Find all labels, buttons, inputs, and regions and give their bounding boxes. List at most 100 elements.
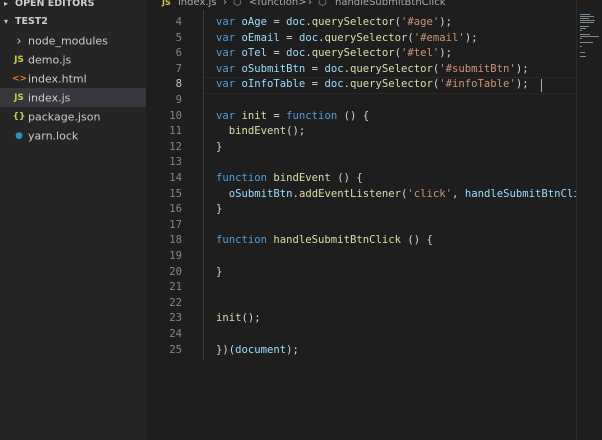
minimap-line: [580, 56, 586, 57]
code-line[interactable]: }: [216, 141, 222, 153]
code-token: () {: [330, 172, 363, 184]
code-token: () {: [337, 109, 370, 122]
breadcrumb-scope-function[interactable]: <function>: [249, 0, 307, 9]
indent-guide: [203, 10, 204, 360]
code-token: init: [241, 109, 268, 122]
code-line[interactable]: function handleSubmitBtnClick () {: [216, 234, 433, 246]
code-token: querySelector: [311, 47, 395, 60]
code-token: doc: [324, 78, 344, 91]
code-token: =: [305, 62, 325, 75]
code-token: );: [515, 78, 529, 91]
minimap-line: [580, 20, 595, 21]
code-token: })(: [216, 343, 236, 356]
sidebar-item-yarn-lock[interactable]: ● yarn.lock: [0, 126, 146, 145]
code-line[interactable]: function bindEvent () {: [216, 172, 363, 184]
line-number: 13: [169, 156, 182, 169]
sidebar-item-index-js[interactable]: JS index.js: [0, 88, 146, 107]
json-file-icon: {}: [12, 111, 26, 122]
code-token: var: [216, 62, 242, 75]
line-number: 6: [175, 47, 182, 60]
javascript-file-icon: JS: [162, 0, 171, 7]
code-editor[interactable]: 4 5 6 7 8 9 10 11 12 13 14 15 16 17 18 19 20 21 22 23 24 25 v…: [146, 10, 576, 440]
code-line[interactable]: }: [216, 203, 222, 215]
line-number: 12: [169, 140, 182, 153]
sidebar-item-label: demo.js: [28, 53, 72, 67]
chevron-right-icon: ›: [308, 0, 312, 8]
minimap-line: [580, 26, 589, 27]
code-line[interactable]: init();: [216, 312, 261, 324]
minimap-line: [580, 36, 599, 37]
code-token: }: [216, 140, 223, 153]
code-token: doc: [324, 62, 344, 75]
code-line[interactable]: var oInfoTable = doc.querySelector('#inf…: [216, 78, 529, 90]
sidebar-item-label: yarn.lock: [28, 129, 79, 143]
minimap-line: [580, 18, 589, 19]
code-token: =: [305, 78, 325, 91]
minimap-line: [580, 42, 593, 43]
code-line[interactable]: oSubmitBtn.addEventListener('click', han…: [216, 188, 576, 200]
breadcrumb-file[interactable]: index.js: [178, 0, 217, 9]
explorer-sidebar: ▸ OPEN EDITORS ▾ TEST2 › node_modules JS demo…: [0, 0, 146, 440]
code-line[interactable]: bindEvent();: [216, 125, 306, 138]
line-number: 16: [169, 203, 182, 216]
code-token: bindEvent: [228, 125, 287, 138]
code-line[interactable]: var oAge = doc.querySelector('#age');: [216, 16, 452, 28]
code-token: bindEvent: [273, 172, 331, 184]
project-label: TEST2: [15, 16, 48, 27]
javascript-file-icon: JS: [14, 92, 24, 103]
line-number: 22: [169, 296, 182, 309]
code-token: =: [267, 109, 287, 122]
line-number: 24: [169, 328, 182, 340]
code-token: var: [216, 31, 242, 44]
code-token: init: [216, 312, 242, 325]
minimap-line: [580, 34, 590, 35]
function-symbol-icon: ⬡: [233, 0, 242, 8]
code-token: oInfoTable: [241, 78, 306, 91]
breadcrumb-scope-handler[interactable]: handleSubmitBtnClick: [335, 0, 446, 9]
code-line[interactable]: var oSubmitBtn = doc.querySelector('#sub…: [216, 63, 529, 75]
code-token: =: [279, 31, 299, 44]
sidebar-item-package-json[interactable]: {} package.json: [0, 107, 146, 126]
project-section-header[interactable]: ▾ TEST2: [0, 12, 146, 32]
minimap-line: [580, 16, 594, 17]
code-token: oSubmitBtn: [228, 187, 293, 200]
code-token: addEventListener: [298, 187, 401, 200]
chevron-down-icon: ▾: [4, 17, 9, 26]
code-line[interactable]: var oEmail = doc.querySelector('#email')…: [216, 32, 478, 44]
minimap-line: [580, 14, 590, 15]
sidebar-item-index-html[interactable]: <>index.html: [0, 69, 146, 88]
sidebar-item-label: index.js: [28, 91, 71, 105]
line-number: 17: [169, 218, 182, 231]
code-line[interactable]: }: [216, 266, 222, 278]
minimap[interactable]: [576, 0, 602, 440]
code-token: }: [216, 203, 223, 216]
code-token: '#age': [401, 16, 440, 28]
chevron-right-icon: ›: [223, 0, 227, 8]
code-token: handleSubmitBtnClic: [464, 187, 576, 200]
minimap-line: [580, 30, 582, 31]
code-line[interactable]: })(document);: [216, 344, 299, 356]
code-token: var: [216, 109, 242, 122]
code-token: '#submitBtn': [439, 62, 516, 75]
sidebar-item-demo-js[interactable]: JS demo.js: [0, 50, 146, 69]
code-token: querySelector: [311, 16, 395, 28]
code-token: handleSubmitBtnClick: [273, 234, 401, 247]
javascript-file-icon: JS: [14, 54, 24, 65]
minimap-line: [580, 46, 582, 47]
minimap-line: [580, 22, 594, 23]
code-token: () {: [400, 234, 433, 247]
sidebar-item-label: node_modules: [28, 34, 108, 48]
code-token: doc: [286, 16, 306, 28]
line-number: 4: [175, 16, 182, 28]
code-token: 'click': [407, 187, 453, 200]
line-number: 19: [169, 250, 182, 262]
code-line[interactable]: var oTel = doc.querySelector('#tel');: [216, 47, 452, 59]
line-number: 25: [169, 343, 182, 356]
code-token: '#tel': [401, 47, 440, 60]
sidebar-item-node-modules[interactable]: › node_modules: [0, 31, 146, 50]
minimap-line: [580, 52, 585, 53]
code-token: ();: [286, 125, 306, 138]
line-number: 10: [169, 109, 182, 122]
code-line[interactable]: var init = function () {: [216, 110, 369, 122]
